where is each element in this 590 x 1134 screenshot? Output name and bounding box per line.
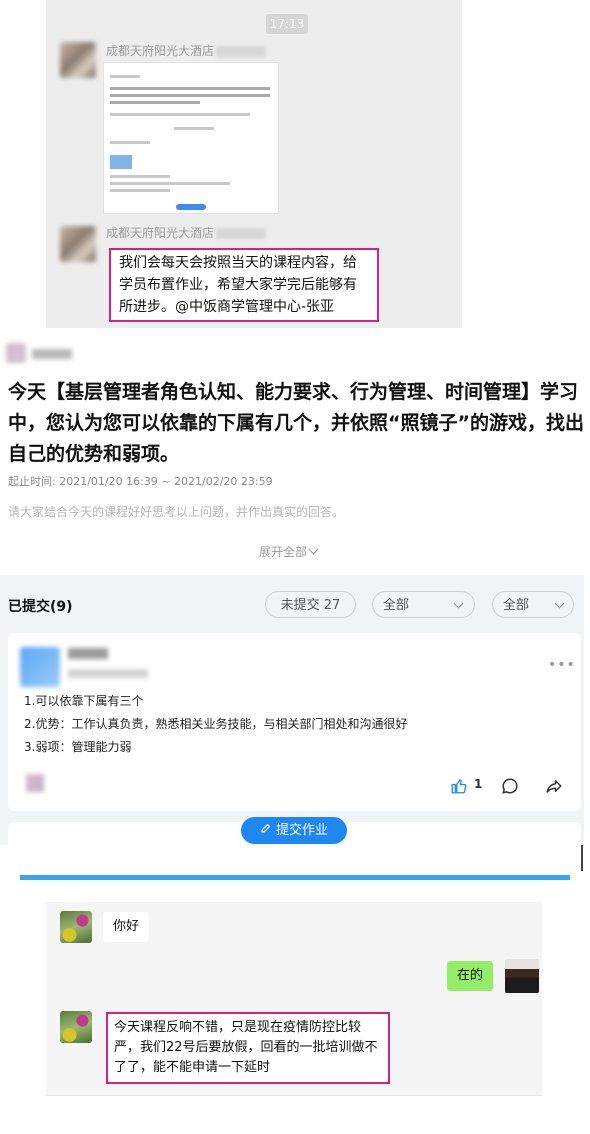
submit-homework-button[interactable]: 提交作业 (241, 817, 347, 844)
expand-all-button[interactable]: 展开全部 (259, 543, 319, 560)
shared-task-card-thumbnail[interactable] (103, 62, 279, 214)
like-button[interactable] (450, 777, 468, 799)
task-title: 今天【基层管理者角色认知、能力要求、行为管理、时间管理】学习中，您认为您可以依靠… (8, 381, 584, 465)
sender-name: 成都天府阳光大酒店 (106, 42, 267, 59)
chevron-down-icon (308, 544, 319, 555)
submission-time (68, 669, 148, 678)
filter-dropdown-1[interactable]: 全部 (372, 591, 475, 618)
submission-card: ••• 1.可以依靠下属有三个 2.优势：工作认真负责，熟悉相关业务技能，与相关… (8, 633, 581, 811)
comment-icon (502, 778, 518, 794)
chevron-down-icon (554, 598, 565, 609)
submitted-heading: 已提交(9) (8, 599, 73, 615)
contact-avatar (60, 1011, 92, 1043)
student-avatar (20, 647, 60, 687)
teacher-avatar (6, 343, 26, 363)
chat-timestamp: 17:13 (266, 14, 308, 34)
pencil-icon (260, 817, 272, 844)
separator-bar (20, 875, 570, 880)
sender-avatar (60, 42, 96, 78)
like-count: 1 (474, 777, 483, 791)
answer-text: 1.可以依靠下属有三个 2.优势：工作认真负责，熟悉相关业务技能，与相关部门相处… (24, 694, 408, 754)
task-description: 请大家结合今天的课程好好思考以上问题，并作出真实的回答。 (8, 505, 345, 519)
task-time-range: 起止时间: 2021/01/20 16:39 ~ 2021/02/20 23:5… (8, 475, 273, 488)
reviewer-avatar (26, 774, 44, 792)
not-submitted-filter[interactable]: 未提交 27 (265, 591, 356, 618)
comment-button[interactable] (501, 777, 519, 799)
share-icon (546, 780, 562, 793)
teacher-name (32, 349, 72, 359)
highlighted-chat-message: 我们会每天会按照当天的课程内容，给学员布置作业，希望大家学完后能够有所进步。@中… (109, 248, 379, 322)
contact-avatar (60, 911, 92, 943)
sender-avatar (60, 226, 96, 262)
user-avatar (505, 959, 539, 993)
thumbs-up-icon (451, 779, 467, 794)
divider (46, 1095, 542, 1096)
divider (581, 845, 583, 871)
more-options-icon[interactable]: ••• (548, 657, 576, 673)
student-name (68, 648, 108, 659)
chevron-down-icon (453, 598, 464, 609)
share-button[interactable] (545, 777, 563, 799)
sender-name: 成都天府阳光大酒店 (106, 224, 267, 241)
outgoing-message: 在的 (447, 961, 494, 991)
highlighted-incoming-message: 今天课程反响不错，只是现在疫情防控比较严，我们22号后要放假，回看的一批培训做不… (106, 1012, 390, 1084)
incoming-message: 你好 (103, 912, 150, 942)
filter-dropdown-2[interactable]: 全部 (492, 591, 574, 618)
